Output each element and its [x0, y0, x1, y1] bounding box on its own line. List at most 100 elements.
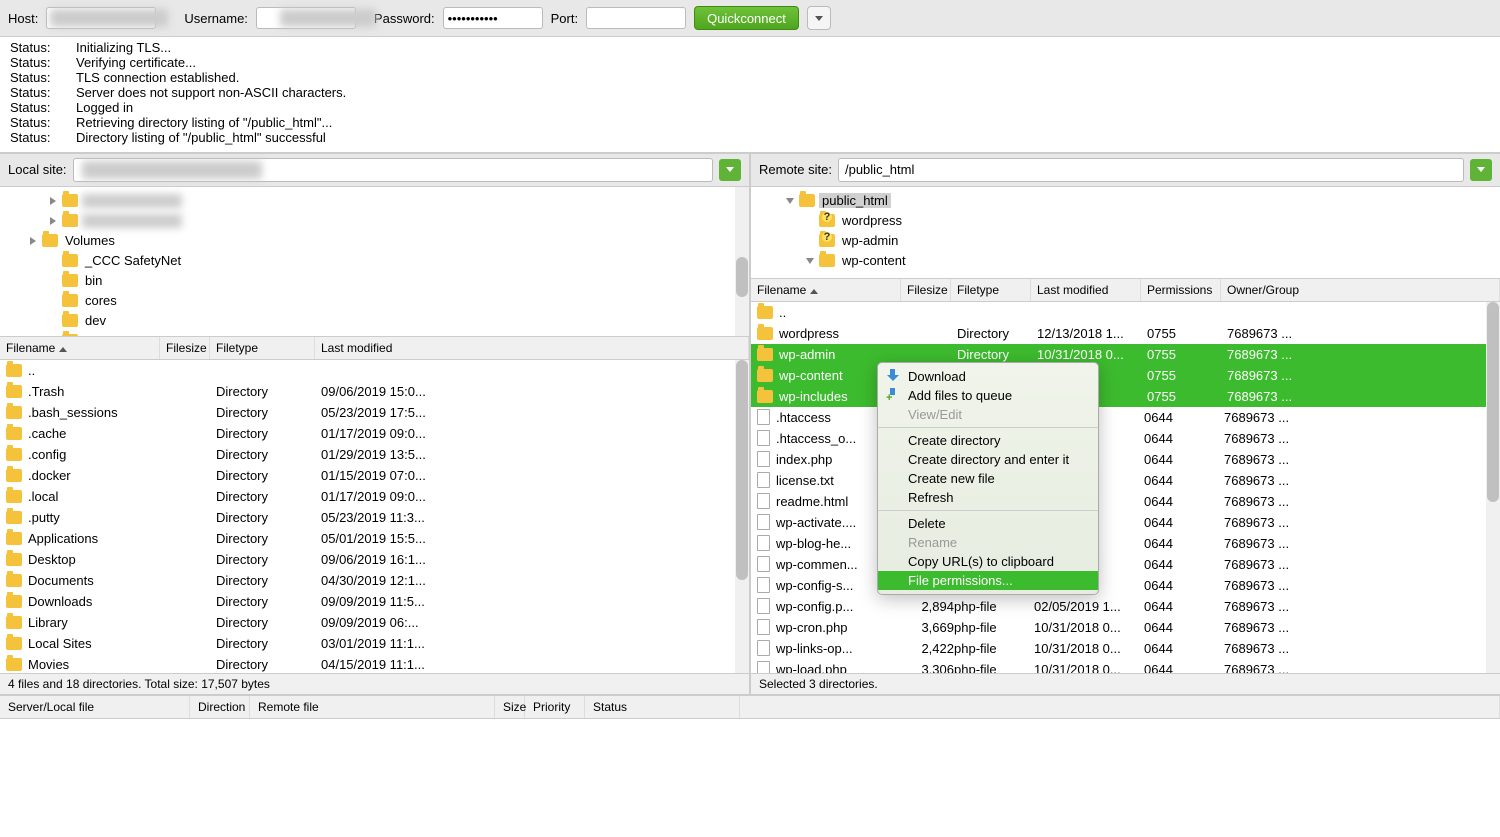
port-input[interactable]: [586, 7, 686, 29]
disclosure-triangle-icon[interactable]: [50, 217, 56, 225]
file-row[interactable]: .htaccess_o... 3 0... 0644 7689673 ...: [751, 428, 1500, 449]
remote-site-input[interactable]: [838, 158, 1464, 182]
file-row[interactable]: wp-blog-he... 3 0... 0644 7689673 ...: [751, 533, 1500, 554]
tree-item[interactable]: xx: [0, 191, 749, 211]
disclosure-triangle-icon[interactable]: [806, 258, 814, 264]
file-row[interactable]: wp-config-s... 3 0... 0644 7689673 ...: [751, 575, 1500, 596]
file-row[interactable]: .bash_sessions Directory 05/23/2019 17:5…: [0, 402, 749, 423]
context-item[interactable]: Download: [878, 367, 1098, 386]
tree-item[interactable]: wp-content: [751, 251, 1500, 271]
file-row[interactable]: .htaccess 3 0... 0644 7689673 ...: [751, 407, 1500, 428]
file-row[interactable]: wp-includes 3 0... 0755 7689673 ...: [751, 386, 1500, 407]
scrollbar[interactable]: [1486, 302, 1500, 673]
tree-item[interactable]: wp-admin: [751, 231, 1500, 251]
col-filesize[interactable]: Filesize: [160, 337, 210, 359]
tree-item[interactable]: wordpress: [751, 211, 1500, 231]
file-row[interactable]: Applications Directory 05/01/2019 15:5..…: [0, 528, 749, 549]
tree-item[interactable]: public_html: [751, 191, 1500, 211]
file-row[interactable]: readme.html 3 0... 0644 7689673 ...: [751, 491, 1500, 512]
scrollbar[interactable]: [735, 360, 749, 673]
quickconnect-button[interactable]: Quickconnect: [694, 6, 799, 30]
context-item[interactable]: File permissions...: [878, 571, 1098, 590]
file-row[interactable]: wordpress Directory 12/13/2018 1... 0755…: [751, 323, 1500, 344]
remote-filelist[interactable]: .. wordpress Directory 12/13/2018 1... 0…: [751, 302, 1500, 673]
folder-icon: [62, 214, 78, 227]
file-row[interactable]: Library Directory 09/09/2019 06:...: [0, 612, 749, 633]
tree-item[interactable]: dev: [0, 311, 749, 331]
file-row[interactable]: wp-content 0755 7689673 ...: [751, 365, 1500, 386]
local-columns[interactable]: Filename Filesize Filetype Last modified: [0, 337, 749, 360]
col-direction[interactable]: Direction: [190, 696, 250, 718]
context-item[interactable]: Add files to queue: [878, 386, 1098, 405]
col-priority[interactable]: Priority: [525, 696, 585, 718]
col-lastmod[interactable]: Last modified: [315, 337, 749, 359]
context-item[interactable]: Refresh: [878, 488, 1098, 507]
tree-item[interactable]: cores: [0, 291, 749, 311]
context-item[interactable]: Copy URL(s) to clipboard: [878, 552, 1098, 571]
password-input[interactable]: [443, 7, 543, 29]
tree-item[interactable]: _CCC SafetyNet: [0, 251, 749, 271]
file-row[interactable]: Movies Directory 04/15/2019 11:1...: [0, 654, 749, 673]
file-row[interactable]: wp-links-op... 2,422 php-file 10/31/2018…: [751, 638, 1500, 659]
file-icon: [757, 451, 770, 467]
remote-columns[interactable]: Filename Filesize Filetype Last modified…: [751, 279, 1500, 302]
context-item[interactable]: Create new file: [878, 469, 1098, 488]
queue-area[interactable]: [0, 719, 1500, 809]
folder-icon: [819, 254, 835, 267]
file-row[interactable]: wp-config.p... 2,894 php-file 02/05/2019…: [751, 596, 1500, 617]
file-row[interactable]: wp-load.php 3,306 php-file 10/31/2018 0.…: [751, 659, 1500, 673]
file-row[interactable]: wp-cron.php 3,669 php-file 10/31/2018 0.…: [751, 617, 1500, 638]
file-row[interactable]: Documents Directory 04/30/2019 12:1...: [0, 570, 749, 591]
context-item[interactable]: Delete: [878, 514, 1098, 533]
col-filename[interactable]: Filename: [0, 337, 160, 359]
disclosure-triangle-icon[interactable]: [30, 237, 36, 245]
file-row[interactable]: index.php 3 0... 0644 7689673 ...: [751, 449, 1500, 470]
remote-tree[interactable]: public_htmlwordpresswp-adminwp-content: [751, 187, 1500, 279]
col-permissions[interactable]: Permissions: [1141, 279, 1221, 301]
file-row[interactable]: ..: [751, 302, 1500, 323]
col-server-file[interactable]: Server/Local file: [0, 696, 190, 718]
context-item: View/Edit: [878, 405, 1098, 424]
file-row[interactable]: wp-admin Directory 10/31/2018 0... 0755 …: [751, 344, 1500, 365]
context-item[interactable]: Create directory and enter it: [878, 450, 1098, 469]
context-separator: [878, 427, 1098, 428]
file-row[interactable]: Desktop Directory 09/06/2019 16:1...: [0, 549, 749, 570]
tree-item[interactable]: Volumes: [0, 231, 749, 251]
quickconnect-history-dropdown[interactable]: [807, 6, 831, 30]
remote-site-dropdown[interactable]: [1470, 159, 1492, 181]
tree-item[interactable]: xx: [0, 211, 749, 231]
local-tree[interactable]: xxxxVolumes_CCC SafetyNetbincoresdevetc: [0, 187, 749, 337]
disclosure-triangle-icon[interactable]: [786, 198, 794, 204]
col-remote-file[interactable]: Remote file: [250, 696, 495, 718]
col-filetype[interactable]: Filetype: [210, 337, 315, 359]
local-site-dropdown[interactable]: [719, 159, 741, 181]
disclosure-triangle-icon[interactable]: [50, 197, 56, 205]
context-item[interactable]: Create directory: [878, 431, 1098, 450]
file-row[interactable]: Local Sites Directory 03/01/2019 11:1...: [0, 633, 749, 654]
file-row[interactable]: .Trash Directory 09/06/2019 15:0...: [0, 381, 749, 402]
col-status[interactable]: Status: [585, 696, 740, 718]
tree-item[interactable]: etc: [0, 331, 749, 337]
file-row[interactable]: license.txt 3 0... 0644 7689673 ...: [751, 470, 1500, 491]
file-row[interactable]: .cache Directory 01/17/2019 09:0...: [0, 423, 749, 444]
tree-item[interactable]: bin: [0, 271, 749, 291]
file-row[interactable]: wp-commen... 3 0... 0644 7689673 ...: [751, 554, 1500, 575]
file-row[interactable]: .putty Directory 05/23/2019 11:3...: [0, 507, 749, 528]
col-owner[interactable]: Owner/Group: [1221, 279, 1500, 301]
local-filelist[interactable]: .. .Trash Directory 09/06/2019 15:0... .…: [0, 360, 749, 673]
file-row[interactable]: .docker Directory 01/15/2019 07:0...: [0, 465, 749, 486]
file-row[interactable]: ..: [0, 360, 749, 381]
queue-headers[interactable]: Server/Local file Direction Remote file …: [0, 694, 1500, 719]
file-row[interactable]: .local Directory 01/17/2019 09:0...: [0, 486, 749, 507]
col-filesize[interactable]: Filesize: [901, 279, 951, 301]
folder-icon: [6, 658, 22, 671]
col-filetype[interactable]: Filetype: [951, 279, 1031, 301]
file-row[interactable]: Downloads Directory 09/09/2019 11:5...: [0, 591, 749, 612]
sort-asc-icon: [810, 289, 818, 294]
col-filename[interactable]: Filename: [751, 279, 901, 301]
file-row[interactable]: .config Directory 01/29/2019 13:5...: [0, 444, 749, 465]
col-size[interactable]: Size: [495, 696, 525, 718]
col-lastmod[interactable]: Last modified: [1031, 279, 1141, 301]
file-row[interactable]: wp-activate.... 3 0... 0644 7689673 ...: [751, 512, 1500, 533]
scrollbar[interactable]: [735, 187, 749, 336]
